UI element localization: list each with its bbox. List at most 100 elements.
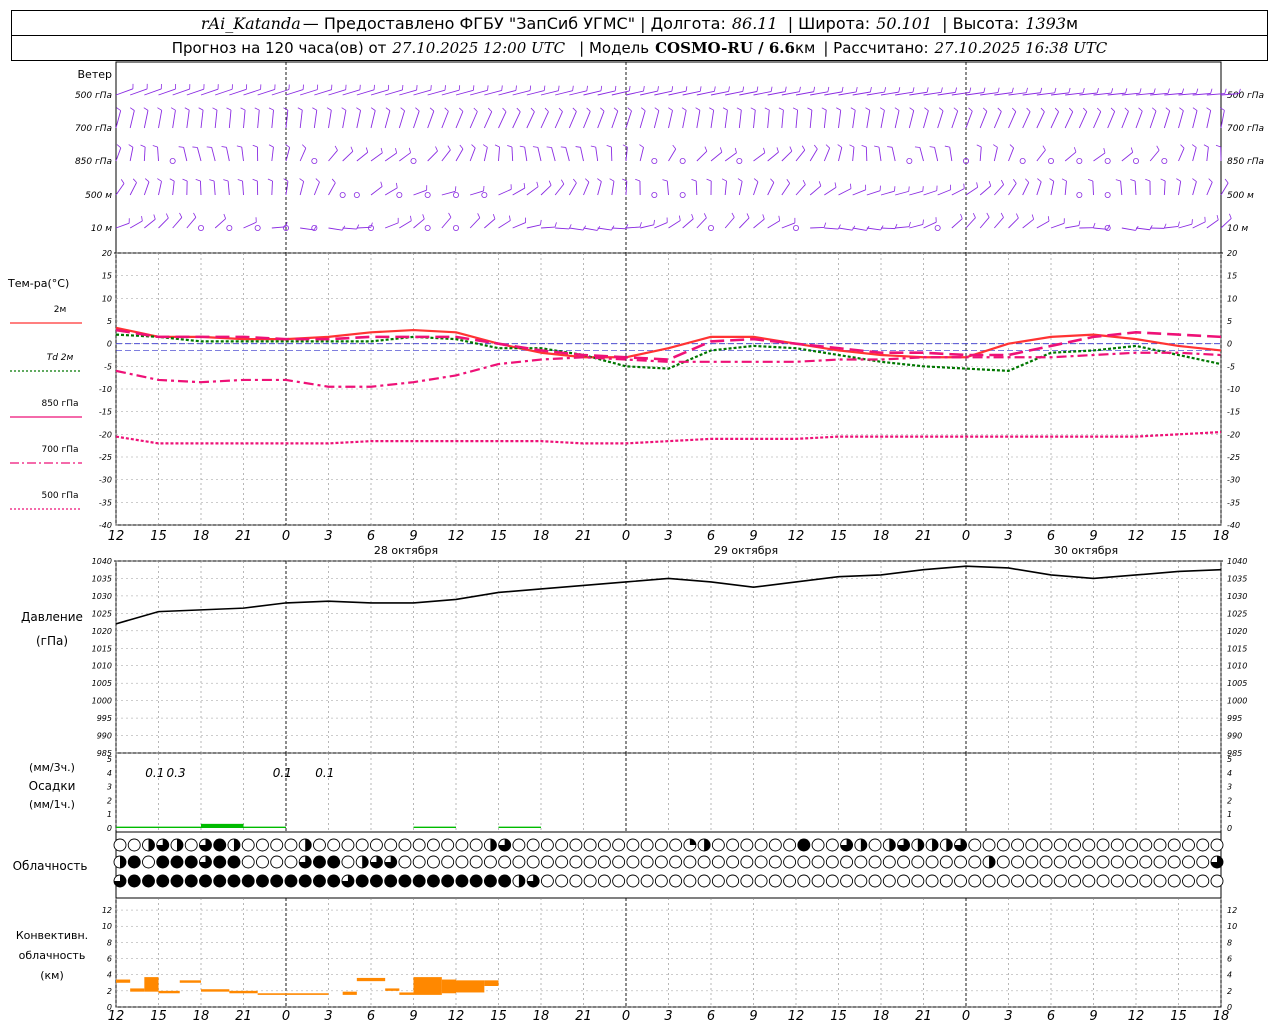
wind-barb-feather <box>789 146 793 152</box>
wind-barb <box>130 88 148 96</box>
wind-level-label-right: 500 гПа <box>1227 91 1264 101</box>
wind-barb-feather <box>508 215 511 221</box>
cloud-symbol <box>313 838 326 852</box>
wind-barb <box>668 110 673 129</box>
wind-barb-feather <box>1206 107 1211 111</box>
wind-barb-feather <box>1082 107 1088 112</box>
wind-barb <box>668 220 681 229</box>
wind-barb-feather <box>982 107 988 112</box>
cloud-symbol <box>469 855 483 869</box>
wind-barb-feather <box>492 214 496 220</box>
wind-barb-feather <box>884 87 887 93</box>
wind-barb <box>143 146 146 162</box>
temp-ytick-left: -20 <box>99 430 112 439</box>
temp-ytick-right: -25 <box>1227 453 1240 462</box>
wind-barb-feather <box>1215 144 1221 148</box>
wind-barb-feather <box>429 107 435 112</box>
cloud-symbol <box>1167 838 1181 852</box>
cloud-symbol <box>540 838 554 852</box>
wind-barb <box>1163 180 1166 196</box>
wind-barb <box>1008 147 1015 162</box>
wind-barb-feather <box>640 107 646 112</box>
wind-barb <box>1036 149 1046 162</box>
cloud-symbol <box>811 855 825 869</box>
cloud-symbol <box>412 855 426 869</box>
cloud-symbol <box>1182 874 1195 888</box>
wind-title: Ветер <box>78 68 112 81</box>
conv-bar <box>456 980 485 993</box>
temp-legend-label: 850 гПа <box>41 399 78 409</box>
wind-barb <box>639 110 646 129</box>
wind-barb-feather <box>993 144 998 148</box>
wind-barb <box>554 111 563 129</box>
cloud-symbol <box>726 838 740 852</box>
cloud-symbol <box>954 874 968 888</box>
wind-barb-feather <box>454 186 457 192</box>
wind-barb <box>1022 182 1030 196</box>
wind-barb <box>891 147 896 162</box>
wind-barb-feather <box>501 85 503 91</box>
wind-barb-feather <box>523 183 526 189</box>
wind-barb <box>427 150 438 162</box>
wind-level-label-left: 10 м <box>91 224 112 234</box>
wind-barb <box>257 89 275 96</box>
cloud-symbol <box>355 838 369 852</box>
wind-barb <box>356 151 369 162</box>
wind-barb-feather <box>792 107 798 111</box>
cloud-symbol <box>369 874 383 888</box>
wind-barb <box>1120 181 1123 196</box>
wind-barb <box>370 152 383 162</box>
wind-calm-circle <box>410 157 417 164</box>
wind-barb-feather <box>1054 87 1057 93</box>
wind-barb <box>342 110 347 129</box>
cloud-symbol <box>412 838 426 852</box>
bottom-xtick-label: 12 <box>448 1009 465 1024</box>
wind-barb <box>852 227 867 231</box>
cloud-symbol <box>469 838 483 852</box>
wind-barb <box>512 90 531 96</box>
cloud-symbol <box>868 855 882 869</box>
wind-level-label-left: 850 гПа <box>75 157 112 167</box>
cloud-symbol <box>199 874 212 888</box>
wind-barb-feather <box>1208 178 1213 183</box>
cloud-symbol <box>555 855 569 869</box>
wind-calm-circle <box>736 157 743 164</box>
wind-barb <box>158 110 163 129</box>
wind-barb <box>809 185 822 196</box>
wind-barb <box>1206 219 1219 229</box>
wind-barb <box>1093 111 1102 129</box>
wind-barb <box>144 218 156 229</box>
wind-barb-feather <box>953 107 958 112</box>
wind-calm-circle <box>452 224 459 231</box>
cloud-symbol <box>583 874 597 888</box>
wind-barb <box>172 217 183 229</box>
wind-barb <box>328 149 338 162</box>
cloud-symbol <box>184 855 198 869</box>
precip-ytick-right: 3 <box>1227 783 1232 792</box>
cloud-symbol <box>868 874 882 888</box>
temp-xtick-label: 15 <box>830 529 847 544</box>
wind-barb-feather <box>297 107 303 111</box>
cloud-symbol <box>441 838 455 852</box>
cloud-symbol <box>384 838 398 852</box>
cloud-symbol <box>341 855 355 869</box>
cloud-fill <box>946 839 953 851</box>
pressure-ytick-left: 1010 <box>92 662 112 671</box>
wind-barb <box>611 227 626 230</box>
wind-barb <box>498 188 512 196</box>
wind-barb-feather <box>1191 144 1197 148</box>
precip-ytick-right: 2 <box>1227 796 1232 805</box>
cloud-symbol <box>882 874 896 888</box>
wind-calm-circle <box>481 191 488 198</box>
wind-barb <box>1121 151 1134 162</box>
wind-barb <box>228 110 232 129</box>
wind-barb-feather <box>837 144 843 148</box>
wind-barb-feather <box>144 178 150 183</box>
cloud-symbol <box>156 874 170 888</box>
wind-barb <box>696 110 701 129</box>
wind-barb-feather <box>841 86 844 92</box>
bottom-xtick-label: 18 <box>533 1009 550 1024</box>
wind-barb-feather <box>1139 88 1142 94</box>
cloud-symbol <box>640 855 654 869</box>
wind-barb <box>583 227 598 231</box>
